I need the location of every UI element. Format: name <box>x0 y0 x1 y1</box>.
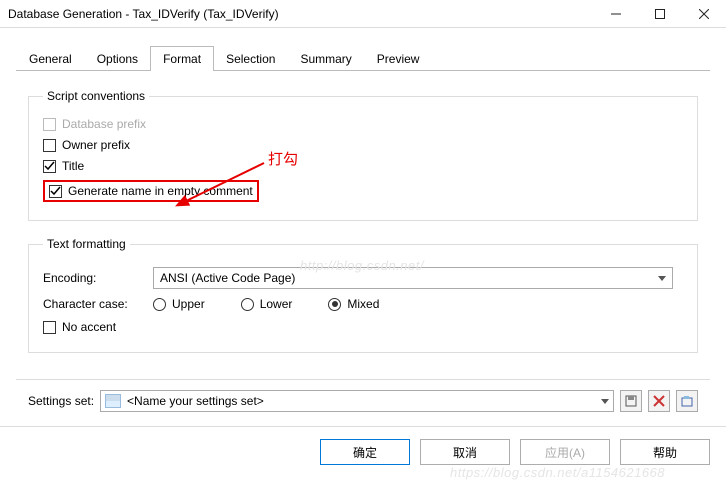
title-checkbox[interactable] <box>43 160 56 173</box>
delete-icon <box>653 395 665 407</box>
window-title: Database Generation - Tax_IDVerify (Tax_… <box>8 7 594 21</box>
tab-strip: General Options Format Selection Summary… <box>0 28 726 71</box>
text-formatting-group: Text formatting Encoding: ANSI (Active C… <box>28 237 698 353</box>
chevron-down-icon <box>658 276 666 281</box>
encoding-value: ANSI (Active Code Page) <box>160 271 295 285</box>
annotation-arrow <box>174 160 274 210</box>
generate-name-checkbox[interactable] <box>49 185 62 198</box>
maximize-button[interactable] <box>638 0 682 28</box>
browse-settings-button[interactable] <box>676 390 698 412</box>
settings-set-value: <Name your settings set> <box>127 394 264 408</box>
save-settings-button[interactable] <box>620 390 642 412</box>
tab-selection[interactable]: Selection <box>213 46 288 71</box>
settings-set-combo[interactable]: <Name your settings set> <box>100 390 614 412</box>
mixed-radio[interactable] <box>328 298 341 311</box>
database-prefix-checkbox <box>43 118 56 131</box>
save-icon <box>625 395 637 407</box>
owner-prefix-label: Owner prefix <box>62 138 130 152</box>
close-button[interactable] <box>682 0 726 28</box>
lower-radio[interactable] <box>241 298 254 311</box>
owner-prefix-checkbox[interactable] <box>43 139 56 152</box>
tab-page-format: Script conventions Database prefix Owner… <box>16 71 710 379</box>
cancel-button[interactable]: 取消 <box>420 439 510 465</box>
upper-radio[interactable] <box>153 298 166 311</box>
script-conventions-group: Script conventions Database prefix Owner… <box>28 89 698 221</box>
tab-summary[interactable]: Summary <box>287 46 364 71</box>
database-prefix-label: Database prefix <box>62 117 146 131</box>
encoding-select[interactable]: ANSI (Active Code Page) <box>153 267 673 289</box>
settings-set-label: Settings set: <box>28 394 94 408</box>
upper-label: Upper <box>172 297 205 311</box>
tab-format[interactable]: Format <box>150 46 214 71</box>
settings-set-row: Settings set: <Name your settings set> <box>16 379 710 422</box>
close-icon <box>699 9 709 19</box>
tab-options[interactable]: Options <box>84 46 151 71</box>
dialog-buttons: 确定 取消 应用(A) 帮助 <box>0 426 726 477</box>
maximize-icon <box>655 9 665 19</box>
minimize-icon <box>611 9 621 19</box>
tab-general[interactable]: General <box>16 46 85 71</box>
no-accent-checkbox[interactable] <box>43 321 56 334</box>
browse-icon <box>681 395 693 407</box>
delete-settings-button[interactable] <box>648 390 670 412</box>
text-formatting-legend: Text formatting <box>43 237 130 251</box>
character-case-label: Character case: <box>43 297 153 311</box>
help-button[interactable]: 帮助 <box>620 439 710 465</box>
chevron-down-icon <box>601 399 609 404</box>
encoding-label: Encoding: <box>43 271 153 285</box>
script-conventions-legend: Script conventions <box>43 89 149 103</box>
no-accent-label: No accent <box>62 320 116 334</box>
title-label: Title <box>62 159 84 173</box>
apply-button[interactable]: 应用(A) <box>520 439 610 465</box>
mixed-label: Mixed <box>347 297 379 311</box>
checkmark-icon <box>44 161 55 172</box>
minimize-button[interactable] <box>594 0 638 28</box>
checkmark-icon <box>50 186 61 197</box>
ok-button[interactable]: 确定 <box>320 439 410 465</box>
tab-preview[interactable]: Preview <box>364 46 433 71</box>
title-bar: Database Generation - Tax_IDVerify (Tax_… <box>0 0 726 28</box>
settings-icon <box>105 394 121 408</box>
lower-label: Lower <box>260 297 293 311</box>
